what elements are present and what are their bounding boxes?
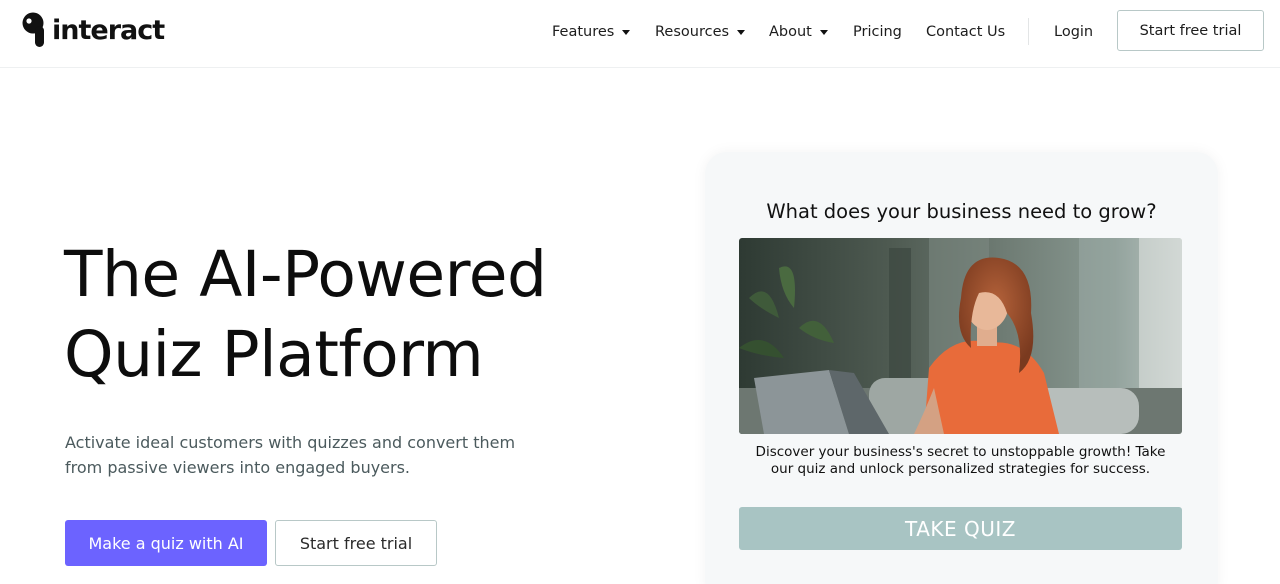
site-header: interact Features Resources About Pricin… bbox=[0, 0, 1280, 68]
take-quiz-button[interactable]: TAKE QUIZ bbox=[739, 507, 1182, 550]
nav-divider bbox=[1028, 18, 1029, 45]
main-nav: Features Resources About Pricing Contact… bbox=[0, 20, 1280, 44]
caret-down-icon bbox=[737, 29, 746, 35]
quiz-image bbox=[739, 238, 1182, 434]
nav-item-about[interactable]: About bbox=[769, 20, 828, 44]
make-quiz-with-ai-button[interactable]: Make a quiz with AI bbox=[65, 520, 267, 566]
nav-item-contact[interactable]: Contact Us bbox=[926, 20, 1005, 44]
nav-item-label: About bbox=[769, 24, 812, 40]
quiz-description: Discover your business's secret to unsto… bbox=[755, 444, 1166, 477]
nav-item-features[interactable]: Features bbox=[552, 20, 631, 44]
nav-item-label: Resources bbox=[655, 24, 730, 40]
hero-title-line-1: The AI-Powered bbox=[64, 238, 547, 311]
woman-with-laptop-photo bbox=[739, 238, 1182, 434]
login-label: Login bbox=[1054, 24, 1094, 40]
hero-title-line-2: Quiz Platform bbox=[64, 318, 484, 391]
start-free-trial-button[interactable]: Start free trial bbox=[275, 520, 437, 566]
nav-item-label: Contact Us bbox=[926, 24, 1006, 40]
caret-down-icon bbox=[819, 29, 828, 35]
nav-item-resources[interactable]: Resources bbox=[655, 20, 746, 44]
login-link[interactable]: Login bbox=[1054, 20, 1093, 44]
hero-title: The AI-Powered Quiz Platform bbox=[64, 235, 624, 395]
nav-item-label: Pricing bbox=[853, 24, 902, 40]
hero-subtitle: Activate ideal customers with quizzes an… bbox=[65, 433, 516, 477]
quiz-question: What does your business need to grow? bbox=[766, 200, 1157, 223]
caret-down-icon bbox=[622, 29, 631, 35]
nav-item-label: Features bbox=[552, 24, 615, 40]
nav-item-pricing[interactable]: Pricing bbox=[853, 20, 902, 44]
start-free-trial-header-button[interactable]: Start free trial bbox=[1117, 10, 1264, 51]
